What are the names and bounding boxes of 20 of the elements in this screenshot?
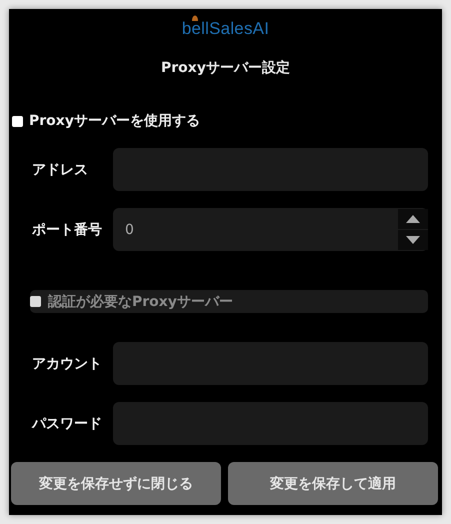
input-field[interactable]	[113, 148, 428, 191]
field-label: パスワード	[32, 414, 103, 432]
field-label: ポート番号	[32, 220, 103, 238]
logo: bellSalesAI	[182, 19, 270, 43]
decrement-button[interactable]	[398, 230, 428, 250]
bell-icon	[190, 15, 199, 21]
port-input[interactable]: 0	[125, 222, 225, 238]
checkbox-label[interactable]: Proxyサーバーを使用する	[29, 112, 200, 130]
field-label: アカウント	[32, 354, 103, 372]
dialog-button[interactable]: 変更を保存せずに閉じる	[11, 462, 221, 505]
dialog-title: Proxyサーバー設定	[161, 59, 290, 77]
down-triangle-icon	[406, 236, 420, 244]
input-field[interactable]	[113, 342, 428, 385]
dialog-button[interactable]: 変更を保存して適用	[228, 462, 438, 505]
input-field[interactable]	[113, 402, 428, 445]
port-field[interactable]: 0	[113, 208, 428, 251]
increment-button[interactable]	[398, 209, 428, 229]
checkbox[interactable]	[12, 116, 23, 126]
field-label: アドレス	[32, 160, 89, 178]
up-triangle-icon	[406, 215, 420, 223]
